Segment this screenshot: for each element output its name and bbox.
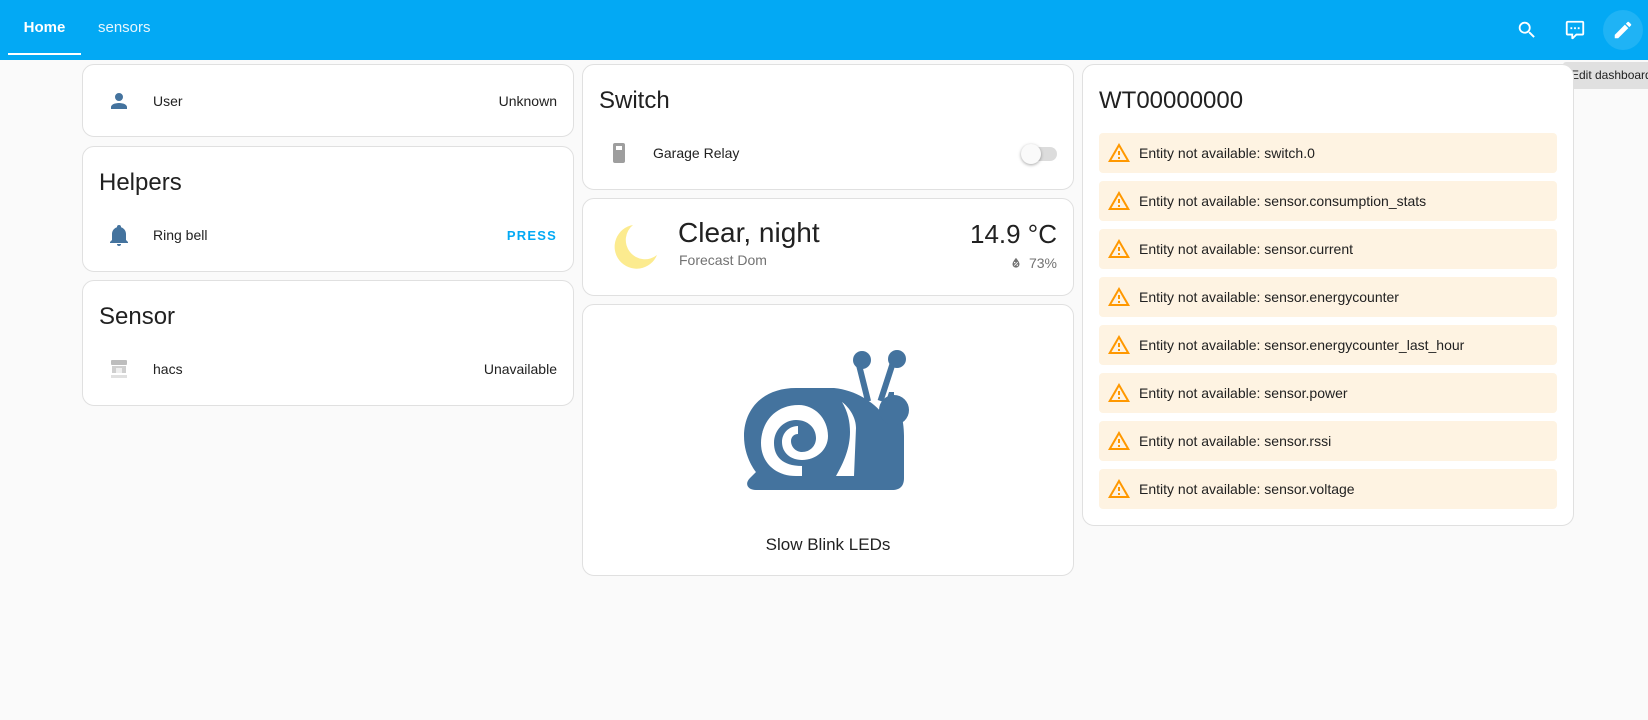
bell-icon bbox=[99, 215, 139, 255]
user-row[interactable]: User Unknown bbox=[99, 81, 557, 121]
snail-icon bbox=[744, 350, 909, 490]
hacs-row[interactable]: hacs Unavailable bbox=[99, 349, 557, 389]
warning-row: Entity not available: sensor.rssi bbox=[1099, 421, 1557, 461]
warning-text: Entity not available: sensor.current bbox=[1139, 241, 1354, 257]
tooltip-edit-dashboard: Edit dashboard bbox=[1563, 62, 1648, 89]
hacs-state: Unavailable bbox=[483, 361, 557, 377]
warning-text: Entity not available: sensor.rssi bbox=[1139, 433, 1332, 449]
weather-entity-name: Forecast Dom bbox=[679, 252, 767, 268]
tab-sensors[interactable]: sensors bbox=[98, 0, 151, 56]
warning-text: Entity not available: sensor.consumption… bbox=[1139, 193, 1427, 209]
alert-icon bbox=[1099, 285, 1139, 309]
warning-text: Entity not available: sensor.energycount… bbox=[1139, 289, 1399, 305]
relay-icon bbox=[599, 133, 639, 173]
assist-button[interactable] bbox=[1555, 10, 1595, 50]
warning-text: Entity not available: switch.0 bbox=[1139, 145, 1315, 161]
warning-row: Entity not available: sensor.energycount… bbox=[1099, 277, 1557, 317]
hacs-icon bbox=[99, 349, 139, 389]
top-app-bar: Home sensors bbox=[0, 0, 1648, 60]
garage-relay-row: Garage Relay bbox=[599, 133, 1057, 173]
weather-condition: Clear, night bbox=[678, 217, 820, 248]
device-card: WT00000000 Entity not available: switch.… bbox=[1082, 64, 1574, 526]
pencil-icon bbox=[1614, 21, 1632, 39]
weather-temperature: 14.9 °C bbox=[969, 219, 1057, 249]
assist-icon bbox=[1565, 20, 1585, 40]
warning-text: Entity not available: sensor.power bbox=[1139, 385, 1348, 401]
ring-bell-name: Ring bell bbox=[153, 227, 208, 243]
garage-relay-toggle[interactable] bbox=[1021, 143, 1057, 164]
moon-icon bbox=[614, 225, 657, 269]
user-name: User bbox=[153, 93, 183, 109]
ring-bell-row: Ring bell PRESS bbox=[99, 215, 557, 255]
sensor-card: Sensor hacs Unavailable bbox=[82, 280, 574, 406]
alert-icon bbox=[1099, 477, 1139, 501]
warning-row: Entity not available: sensor.energycount… bbox=[1099, 325, 1557, 365]
warning-row: Entity not available: sensor.voltage bbox=[1099, 469, 1557, 509]
active-tab-indicator bbox=[8, 53, 81, 55]
garage-relay-name: Garage Relay bbox=[653, 145, 740, 161]
press-button[interactable]: PRESS bbox=[507, 228, 557, 243]
warning-row: Entity not available: sensor.consumption… bbox=[1099, 181, 1557, 221]
card-title: WT00000000 bbox=[1099, 87, 1244, 114]
weather-card[interactable]: Clear, night Forecast Dom 14.9 °C 73% bbox=[582, 198, 1074, 296]
humidity-value: 73% bbox=[1028, 255, 1057, 271]
warning-row: Entity not available: sensor.power bbox=[1099, 373, 1557, 413]
humidity-icon bbox=[1012, 257, 1020, 268]
alert-icon bbox=[1099, 237, 1139, 261]
button-label: Slow Blink LEDs bbox=[765, 535, 891, 554]
toggle-knob bbox=[1021, 144, 1041, 164]
warning-row: Entity not available: switch.0 bbox=[1099, 133, 1557, 173]
hacs-name: hacs bbox=[153, 361, 183, 377]
edit-dashboard-button[interactable] bbox=[1603, 10, 1643, 50]
alert-icon bbox=[1099, 141, 1139, 165]
card-title: Helpers bbox=[99, 169, 182, 196]
user-state: Unknown bbox=[498, 93, 557, 109]
card-title: Sensor bbox=[99, 303, 176, 330]
slow-blink-button-card[interactable]: Slow Blink LEDs bbox=[582, 304, 1074, 576]
alert-icon bbox=[1099, 333, 1139, 357]
tab-home[interactable]: Home bbox=[8, 0, 81, 56]
switch-card: Switch Garage Relay bbox=[582, 64, 1074, 190]
search-button[interactable] bbox=[1507, 10, 1547, 50]
user-card: User Unknown bbox=[82, 64, 574, 137]
alert-icon bbox=[1099, 381, 1139, 405]
alert-icon bbox=[1099, 429, 1139, 453]
warning-text: Entity not available: sensor.energycount… bbox=[1139, 337, 1465, 353]
warning-text: Entity not available: sensor.voltage bbox=[1139, 481, 1355, 497]
helpers-card: Helpers Ring bell PRESS bbox=[82, 146, 574, 272]
alert-icon bbox=[1099, 189, 1139, 213]
card-title: Switch bbox=[599, 87, 670, 114]
account-icon bbox=[99, 81, 139, 121]
search-icon bbox=[1518, 21, 1535, 38]
warning-row: Entity not available: sensor.current bbox=[1099, 229, 1557, 269]
weather-humidity: 73% bbox=[1009, 255, 1057, 271]
